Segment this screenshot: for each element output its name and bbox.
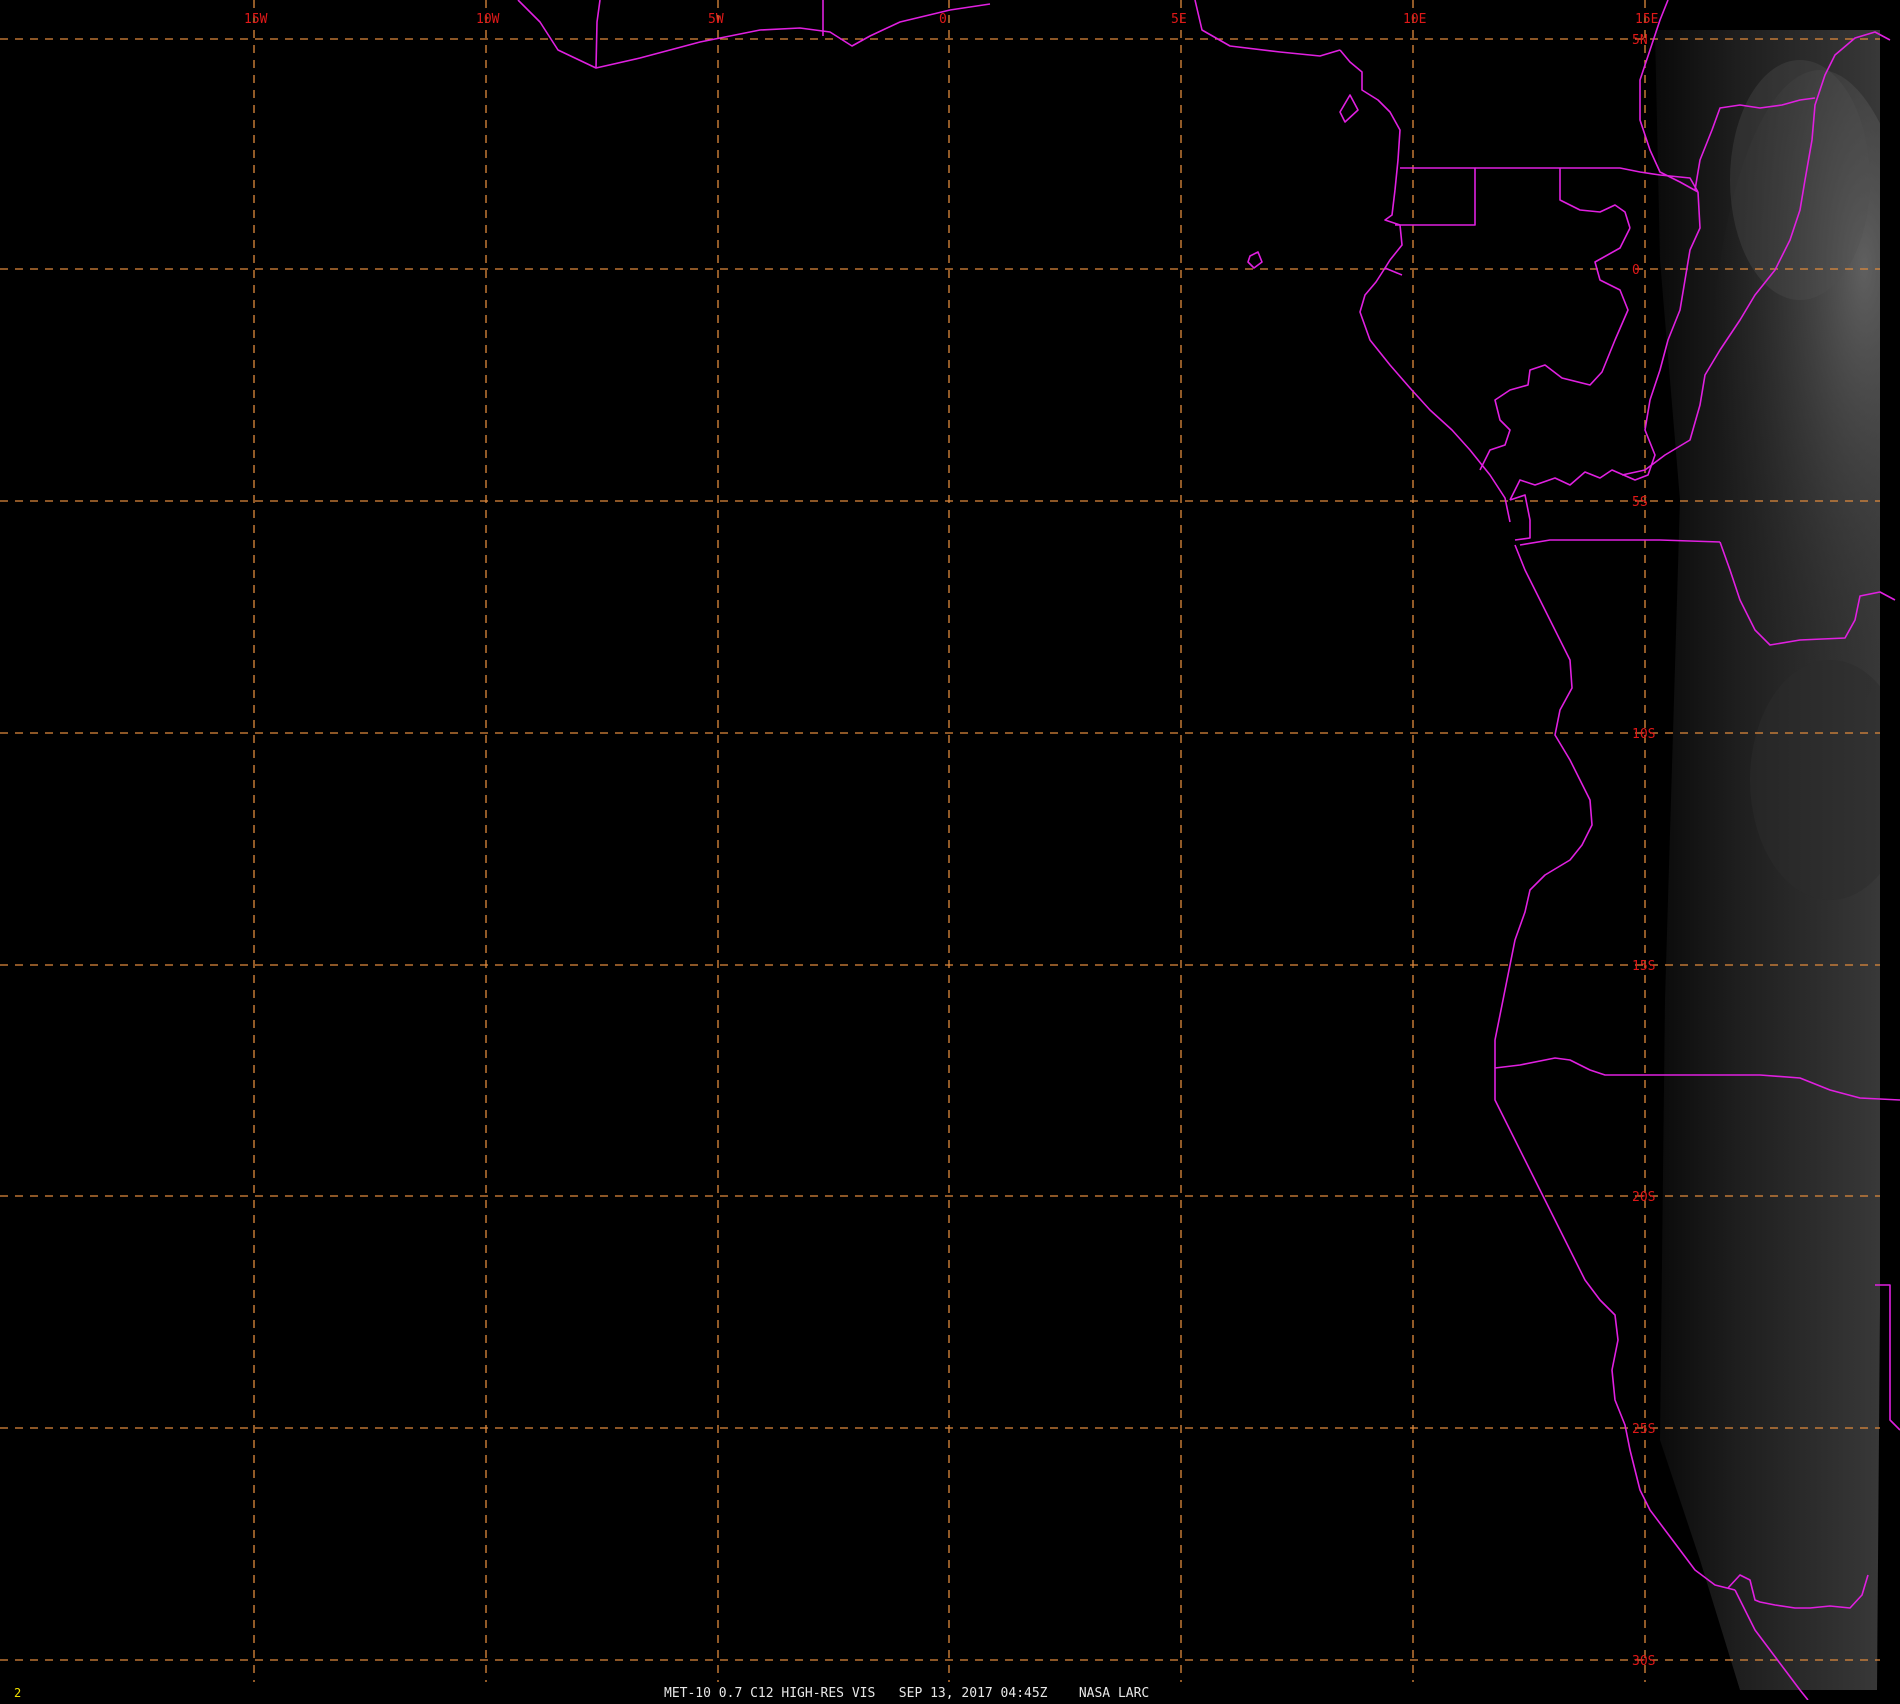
latitude-label: 15S bbox=[1632, 959, 1655, 974]
longitude-label: 5W bbox=[708, 12, 724, 27]
latitude-label: 30S bbox=[1632, 1654, 1655, 1669]
latitude-label: 20S bbox=[1632, 1190, 1655, 1205]
satellite-map: 15W 10W 5W 0 5E 10E 15E 5N 0 5S 10S 15S 20S 25S 30S 2 … bbox=[0, 0, 1900, 1701]
longitude-label: 5E bbox=[1171, 12, 1187, 27]
latitude-label: 0 bbox=[1632, 263, 1640, 278]
frame-number: 2 bbox=[14, 1686, 21, 1700]
latitude-label: 25S bbox=[1632, 1422, 1655, 1437]
latitude-label: 5S bbox=[1632, 495, 1648, 510]
daylight-imagery bbox=[1655, 20, 1900, 1700]
longitude-label: 15E bbox=[1635, 12, 1658, 27]
longitude-label: 10W bbox=[476, 12, 500, 27]
latitude-label: 5N bbox=[1632, 33, 1648, 48]
lat-lon-graticule bbox=[0, 0, 1880, 1682]
longitude-label: 10E bbox=[1403, 12, 1426, 27]
graticule-labels: 15W 10W 5W 0 5E 10E 15E 5N 0 5S 10S 15S 20S 25S 30S bbox=[244, 12, 1658, 1669]
longitude-label: 15W bbox=[244, 12, 268, 27]
map-canvas: 15W 10W 5W 0 5E 10E 15E 5N 0 5S 10S 15S 20S 25S 30S 2 … bbox=[0, 0, 1900, 1701]
latitude-label: 10S bbox=[1632, 727, 1655, 742]
footer-bar: 2 MET-10 0.7 C12 HIGH-RES VIS SEP 13, 20… bbox=[14, 1686, 1149, 1701]
image-caption: MET-10 0.7 C12 HIGH-RES VIS SEP 13, 2017… bbox=[664, 1686, 1149, 1700]
longitude-label: 0 bbox=[939, 12, 947, 27]
